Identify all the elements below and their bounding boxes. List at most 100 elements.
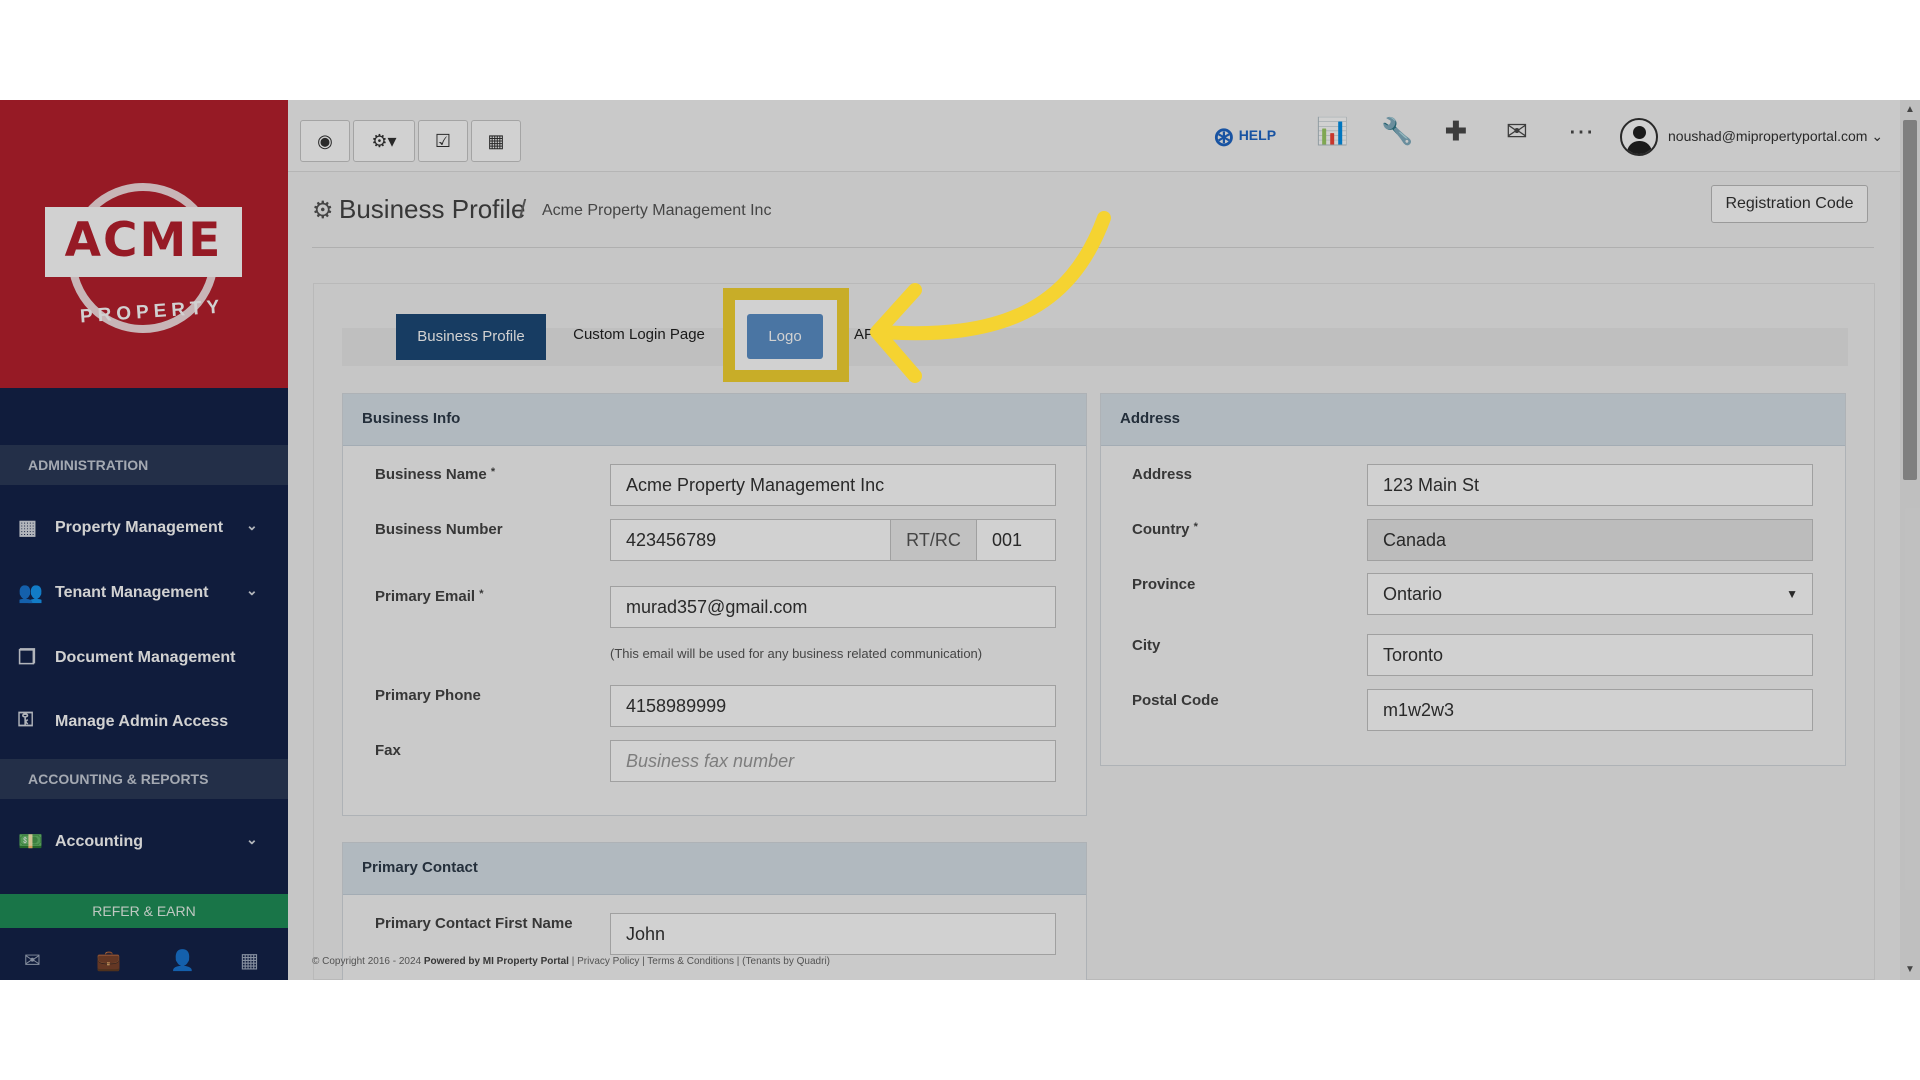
business-info-panel: Business Info Business Name * Acme Prope… xyxy=(342,393,1087,816)
first-name-field[interactable]: John xyxy=(610,913,1056,955)
user-email: noushad@mipropertyportal.com xyxy=(1668,128,1868,144)
address-label: Address xyxy=(1132,466,1193,483)
refer-earn-button[interactable]: REFER & EARN xyxy=(0,894,288,928)
first-name-label: Primary Contact First Name xyxy=(375,915,573,932)
business-number-label: Business Number xyxy=(375,521,503,538)
caret-down-icon: ▼ xyxy=(1786,587,1798,601)
key-icon: ⚿ xyxy=(18,709,34,731)
page-title: Business Profile xyxy=(339,194,526,224)
logo-text: ACME xyxy=(64,213,223,268)
user-icon[interactable]: 👤 xyxy=(170,948,195,973)
sidebar-item-property-management[interactable]: ▦ Property Management ⌄ xyxy=(0,503,288,553)
breadcrumb-separator: / xyxy=(519,194,527,224)
plus-icon[interactable]: ✚ xyxy=(1445,116,1467,147)
settings-dropdown-button[interactable]: ⚙▾ xyxy=(353,120,415,162)
envelope-icon[interactable]: ✉ xyxy=(1506,116,1528,147)
header-divider xyxy=(312,247,1874,248)
content-card: Business Profile Custom Login Page Logo … xyxy=(313,283,1875,980)
scroll-down-icon[interactable]: ▼ xyxy=(1905,964,1915,975)
logo-box: ACME xyxy=(45,207,242,277)
tab-custom-login-page[interactable]: Custom Login Page xyxy=(559,312,719,358)
gear-icon: ⚙ xyxy=(312,197,334,224)
footer: © Copyright 2016 - 2024 Powered by MI Pr… xyxy=(312,956,830,967)
sidebar-item-manage-admin-access[interactable]: ⚿ Manage Admin Access xyxy=(0,697,288,747)
panel-title: Address xyxy=(1120,410,1181,427)
business-number-suffix-field[interactable]: 001 xyxy=(976,519,1056,561)
panel-header: Primary Contact xyxy=(343,843,1086,895)
business-number-field[interactable]: 423456789 xyxy=(610,519,891,561)
users-icon: 👥 xyxy=(18,582,43,604)
tab-api-keys[interactable]: API K xyxy=(854,312,904,358)
avatar[interactable] xyxy=(1620,118,1658,156)
province-value: Ontario xyxy=(1383,584,1443,604)
app-window: ACME PROPERTY ADMINISTRATION ▦ Property … xyxy=(0,100,1920,980)
sidebar-bottom-bar: ✉ 💼 👤 ▦ xyxy=(0,938,288,980)
scroll-thumb[interactable] xyxy=(1903,120,1917,480)
powered-by-link[interactable]: Powered by MI Property Portal xyxy=(424,956,569,967)
dashboard-button[interactable]: ◉ xyxy=(300,120,350,162)
sidebar: ACME PROPERTY ADMINISTRATION ▦ Property … xyxy=(0,100,288,980)
primary-phone-field[interactable]: 4158989999 xyxy=(610,685,1056,727)
more-icon[interactable]: ⋯ xyxy=(1568,116,1594,147)
sidebar-item-tenant-management[interactable]: 👥 Tenant Management ⌄ xyxy=(0,568,288,618)
calculator-button[interactable]: ▦ xyxy=(471,120,521,162)
chevron-down-icon: ⌄ xyxy=(246,517,258,533)
calendar-check-icon: ☑ xyxy=(434,131,452,151)
city-label: City xyxy=(1132,637,1161,654)
dashboard-icon: ◉ xyxy=(317,131,333,151)
address-field[interactable]: 123 Main St xyxy=(1367,464,1813,506)
sidebar-item-label: Document Management xyxy=(55,649,236,666)
documents-icon: ❐ xyxy=(18,647,36,669)
calculator-icon[interactable]: ▦ xyxy=(240,948,259,973)
user-menu[interactable]: noushad@mipropertyportal.com ⌄ xyxy=(1668,128,1883,145)
brand-logo[interactable]: ACME PROPERTY xyxy=(0,100,288,388)
panel-header: Business Info xyxy=(343,394,1086,446)
tab-logo[interactable]: Logo xyxy=(747,314,823,359)
money-icon: 💵 xyxy=(18,831,43,853)
footer-links[interactable]: | Privacy Policy | Terms & Conditions | xyxy=(572,956,740,967)
chevron-down-icon: ⌄ xyxy=(246,831,258,847)
lifebuoy-icon: ⊛ xyxy=(1213,121,1235,152)
scrollbar[interactable]: ▲ ▼ xyxy=(1900,100,1920,980)
fax-label: Fax xyxy=(375,742,401,759)
breadcrumb-business-name: Acme Property Management Inc xyxy=(542,202,772,219)
fax-field[interactable]: Business fax number xyxy=(610,740,1056,782)
sidebar-item-document-management[interactable]: ❐ Document Management xyxy=(0,633,288,683)
city-field[interactable]: Toronto xyxy=(1367,634,1813,676)
gear-icon: ⚙▾ xyxy=(371,131,397,151)
primary-email-field[interactable]: murad357@gmail.com xyxy=(610,586,1056,628)
mail-icon[interactable]: ✉ xyxy=(24,948,41,973)
registration-code-button[interactable]: Registration Code xyxy=(1711,185,1868,223)
business-number-addon: RT/RC xyxy=(890,519,977,561)
country-field: Canada xyxy=(1367,519,1813,561)
sidebar-item-label: Accounting xyxy=(55,833,143,850)
wrench-icon[interactable]: 🔧 xyxy=(1381,116,1413,147)
help-button[interactable]: ⊛ HELP xyxy=(1213,120,1277,152)
help-label: HELP xyxy=(1238,127,1277,143)
briefcase-icon[interactable]: 💼 xyxy=(96,948,121,973)
chevron-down-icon: ⌄ xyxy=(246,582,258,598)
postal-code-field[interactable]: m1w2w3 xyxy=(1367,689,1813,731)
primary-email-label: Primary Email * xyxy=(375,588,484,605)
main-content: ◉ ⚙▾ ☑ ▦ ⊛ HELP 📊 🔧 ✚ ✉ ⋯ noushad@miprop… xyxy=(288,100,1900,980)
email-help-text: (This email will be used for any busines… xyxy=(610,646,983,661)
calendar-button[interactable]: ☑ xyxy=(418,120,468,162)
calculator-icon: ▦ xyxy=(487,131,505,151)
primary-phone-label: Primary Phone xyxy=(375,687,481,704)
tab-business-profile[interactable]: Business Profile xyxy=(396,314,546,360)
bar-chart-icon[interactable]: 📊 xyxy=(1316,116,1348,147)
business-name-field[interactable]: Acme Property Management Inc xyxy=(610,464,1056,506)
sidebar-item-label: Manage Admin Access xyxy=(55,713,229,730)
sidebar-item-label: Property Management xyxy=(55,519,224,536)
panel-title: Business Info xyxy=(362,410,461,427)
chevron-down-icon: ⌄ xyxy=(1871,128,1884,144)
panel-title: Primary Contact xyxy=(362,859,478,876)
sidebar-item-accounting[interactable]: 💵 Accounting ⌄ xyxy=(0,817,288,867)
province-select[interactable]: Ontario ▼ xyxy=(1367,573,1813,615)
province-label: Province xyxy=(1132,576,1196,593)
country-label: Country * xyxy=(1132,521,1198,538)
top-toolbar: ◉ ⚙▾ ☑ ▦ ⊛ HELP 📊 🔧 ✚ ✉ ⋯ noushad@miprop… xyxy=(288,100,1900,172)
panel-header: Address xyxy=(1101,394,1845,446)
nav-section-accounting: ACCOUNTING & REPORTS xyxy=(0,759,288,799)
scroll-up-icon[interactable]: ▲ xyxy=(1905,104,1915,115)
